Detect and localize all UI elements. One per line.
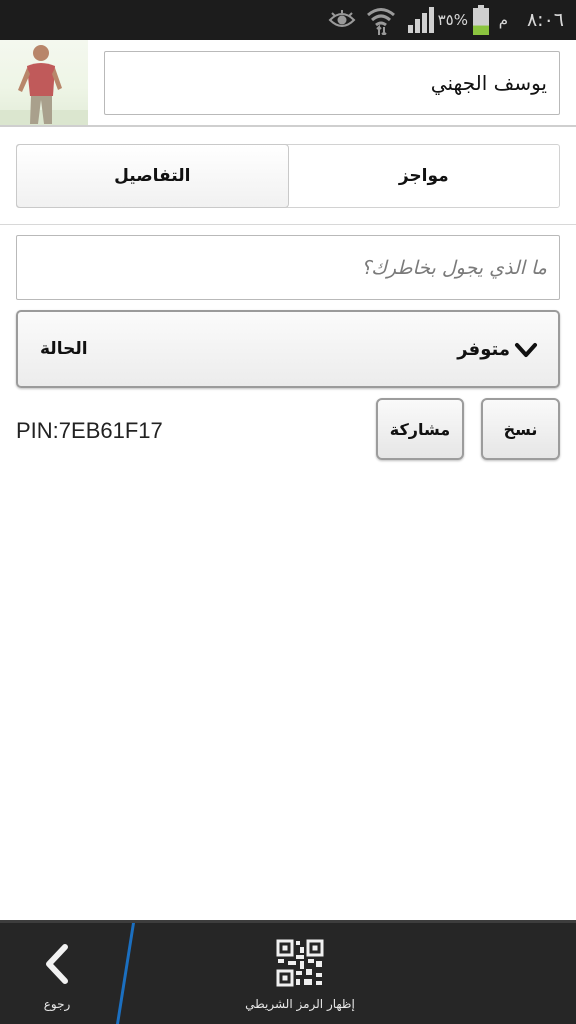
back-label: رجوع: [43, 997, 71, 1011]
tab-details[interactable]: التفاصيل: [16, 144, 289, 208]
eye-icon: [328, 0, 356, 40]
availability-dropdown[interactable]: الحالة متوفر: [16, 310, 560, 388]
pin-text: PIN:7EB61F17: [16, 418, 163, 443]
bbm-profile-screen: ٣٥% م ٨:٠٦ التفاصيل مواجز الحال: [0, 0, 576, 1024]
header-divider: [0, 125, 576, 127]
personal-message-input[interactable]: [16, 235, 560, 300]
display-name-input[interactable]: [104, 51, 560, 115]
bottom-action-bar: رجوع إظهار الرمز الشريطي: [0, 920, 576, 1024]
tabs-divider: [0, 224, 576, 225]
signal-strength-icon: [408, 0, 436, 40]
chevron-down-icon: [515, 343, 537, 357]
copy-button[interactable]: نسخ: [481, 398, 560, 460]
clock-time: ٨:٠٦: [526, 9, 564, 31]
profile-tabs: التفاصيل مواجز: [16, 144, 560, 208]
back-chevron-icon: [46, 944, 68, 984]
time-period: م: [498, 11, 508, 29]
back-button[interactable]: رجوع: [0, 923, 120, 1024]
availability-label: الحالة: [40, 339, 88, 359]
show-barcode-button[interactable]: إظهار الرمز الشريطي: [140, 923, 460, 1024]
availability-value: متوفر: [457, 338, 510, 360]
tab-barcode[interactable]: مواجز: [289, 145, 560, 207]
share-button[interactable]: مشاركة: [376, 398, 464, 460]
avatar[interactable]: [0, 40, 88, 126]
battery-percent: ٣٥%: [437, 11, 468, 29]
show-barcode-label: إظهار الرمز الشريطي: [245, 997, 355, 1011]
qr-code-icon: [276, 939, 324, 987]
battery-icon: [472, 0, 490, 40]
wifi-icon: [366, 0, 396, 40]
status-bar: ٣٥% م ٨:٠٦: [0, 0, 576, 40]
